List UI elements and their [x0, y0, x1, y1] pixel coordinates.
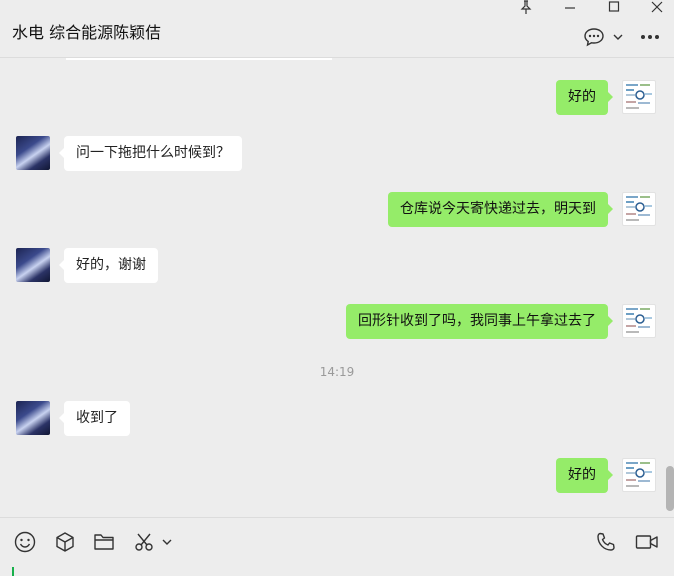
maximize-icon[interactable]	[599, 0, 629, 14]
chat-header: 水电 综合能源陈颖佶	[0, 0, 674, 58]
minimize-icon[interactable]	[555, 0, 585, 14]
chevron-down-icon[interactable]	[611, 26, 625, 48]
close-icon[interactable]	[642, 0, 672, 14]
message-bubble-self[interactable]: 仓库说今天寄快递过去，明天到	[388, 192, 613, 227]
message-bubble-contact[interactable]: 收到了	[59, 401, 130, 436]
message-timestamp: 14:19	[319, 365, 355, 379]
scissors-icon[interactable]	[132, 530, 156, 554]
phone-icon[interactable]	[594, 530, 618, 554]
previous-message-edge	[66, 58, 332, 60]
avatar-self[interactable]	[622, 304, 656, 338]
chevron-down-icon[interactable]	[160, 530, 174, 554]
pin-icon[interactable]	[511, 0, 541, 14]
message-bubble-self[interactable]: 回形针收到了吗，我同事上午拿过去了	[346, 304, 613, 339]
emoji-icon[interactable]	[13, 530, 37, 554]
avatar-contact[interactable]	[16, 136, 50, 170]
message-list[interactable]: 好的 问一下拖把什么时候到？ 仓库说今天寄快递过去，明天到 好的，谢谢 回形针收…	[0, 58, 674, 517]
avatar-self[interactable]	[622, 192, 656, 226]
avatar-contact[interactable]	[16, 401, 50, 435]
scrollbar-thumb[interactable]	[666, 466, 674, 511]
chat-title: 水电 综合能源陈颖佶	[12, 23, 162, 42]
message-bubble-self[interactable]: 好的	[556, 458, 613, 493]
message-bubble-self[interactable]: 好的	[556, 80, 613, 115]
text-caret	[12, 567, 14, 576]
more-icon[interactable]	[639, 26, 661, 48]
avatar-self[interactable]	[622, 80, 656, 114]
message-bubble-contact[interactable]: 好的，谢谢	[59, 248, 158, 283]
cube-icon[interactable]	[53, 530, 77, 554]
message-bubble-contact[interactable]: 问一下拖把什么时候到？	[59, 136, 242, 171]
chat-bubble-icon[interactable]	[583, 26, 605, 48]
input-area[interactable]	[0, 517, 674, 576]
avatar-self[interactable]	[622, 458, 656, 492]
folder-icon[interactable]	[92, 530, 116, 554]
avatar-contact[interactable]	[16, 248, 50, 282]
video-icon[interactable]	[634, 530, 660, 554]
